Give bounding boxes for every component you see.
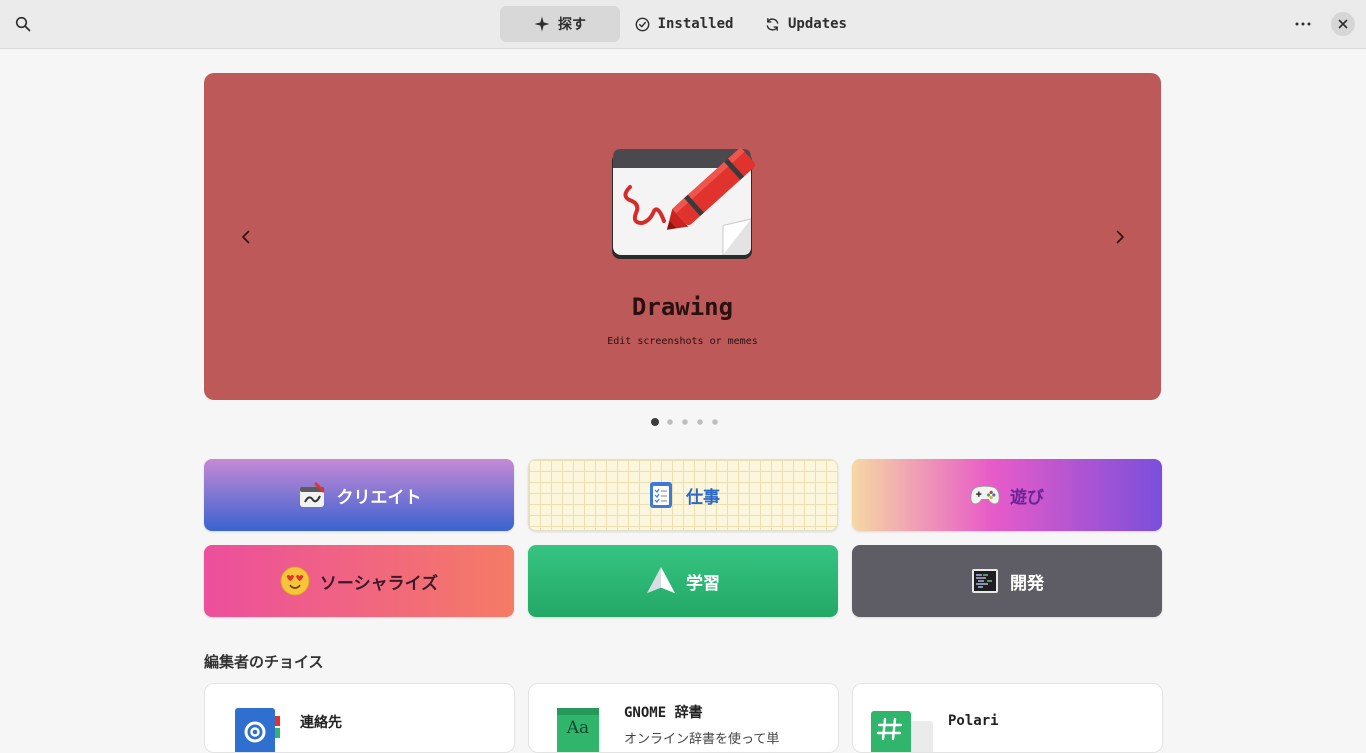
work-icon (646, 480, 676, 510)
refresh-icon (766, 17, 779, 31)
check-circle-icon (635, 17, 649, 31)
category-create[interactable]: クリエイト (204, 459, 514, 531)
contacts-icon (235, 708, 280, 752)
editors-choice-heading: 編集者のチョイス (204, 653, 324, 671)
svg-text:Aa: Aa (566, 718, 589, 738)
carousel-dot[interactable] (667, 419, 673, 425)
search-icon (15, 16, 31, 32)
tab-explore-label: 探す (558, 17, 586, 33)
app-card-name: Polari (948, 713, 999, 729)
category-socialize-label: ソーシャライズ (319, 573, 439, 594)
app-card-name: 連絡先 (300, 715, 342, 731)
search-button[interactable] (9, 10, 37, 38)
carousel-dot[interactable] (697, 419, 703, 425)
app-card-contacts[interactable]: 連絡先 (204, 683, 515, 753)
category-develop[interactable]: 開発 (852, 545, 1162, 617)
chevron-left-icon (242, 230, 250, 244)
header-bar: 探す Installed Updates (0, 0, 1366, 49)
carousel-dot[interactable] (682, 419, 688, 425)
category-work[interactable]: 仕事 (528, 459, 838, 531)
close-window-button[interactable] (1331, 12, 1355, 36)
carousel-dot[interactable] (712, 419, 718, 425)
tab-updates-label: Updates (787, 16, 847, 32)
tab-updates[interactable]: Updates (758, 6, 854, 42)
drawing-app-icon (612, 147, 756, 259)
app-card-name: GNOME 辞書 (624, 705, 703, 721)
category-learn-label: 学習 (686, 573, 720, 594)
tab-explore[interactable]: 探す (500, 6, 620, 42)
more-icon (1295, 22, 1311, 26)
terminal-icon (970, 566, 1000, 596)
category-create-label: クリエイト (336, 487, 422, 508)
category-play[interactable]: 遊び (852, 459, 1162, 531)
main-menu-button[interactable] (1289, 10, 1317, 38)
banner-app-title: Drawing (631, 293, 734, 321)
close-icon (1338, 19, 1348, 29)
tab-installed[interactable]: Installed (630, 6, 738, 42)
category-socialize[interactable]: ソーシャライズ (204, 545, 514, 617)
carousel-next-button[interactable] (1106, 223, 1134, 251)
heart-eyes-emoji-icon (280, 566, 310, 596)
category-work-label: 仕事 (686, 487, 720, 508)
category-play-label: 遊び (1010, 487, 1044, 508)
app-card-polari[interactable]: Polari (852, 683, 1163, 753)
category-develop-label: 開発 (1010, 573, 1044, 594)
chevron-right-icon (1116, 230, 1124, 244)
app-card-description: オンライン辞書を使って単 (624, 732, 780, 747)
featured-banner[interactable]: Drawing Edit screenshots or memes (204, 73, 1161, 400)
carousel-indicator (651, 418, 719, 426)
create-icon (297, 480, 327, 510)
app-card-gnome-dictionary[interactable]: Aa GNOME 辞書 オンライン辞書を使って単 (528, 683, 839, 753)
polari-icon (871, 711, 933, 752)
banner-app-subtitle: Edit screenshots or memes (607, 336, 758, 347)
gamepad-icon (970, 480, 1000, 510)
category-learn[interactable]: 学習 (528, 545, 838, 617)
sparkle-icon (534, 16, 550, 32)
carousel-dot[interactable] (651, 418, 659, 426)
carousel-previous-button[interactable] (232, 223, 260, 251)
paper-plane-icon (646, 566, 676, 596)
dictionary-icon: Aa (557, 708, 599, 752)
tab-installed-label: Installed (657, 16, 734, 32)
